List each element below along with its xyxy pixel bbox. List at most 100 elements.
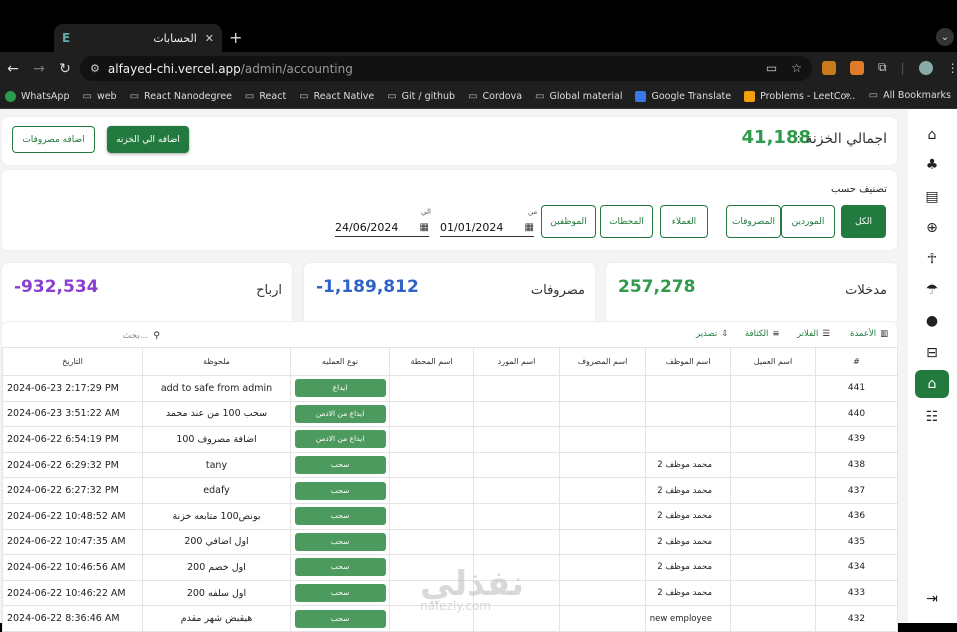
col-header-type[interactable]: نوع العمليه [290,347,390,376]
bookmark-star-icon[interactable]: ☆ [791,61,802,75]
search-input[interactable]: بحث... ⚲ [10,328,160,343]
col-header-date[interactable]: التاريخ [2,347,143,376]
cell-number: 433 [815,579,898,607]
cell-type: سحب [290,579,390,607]
col-header-client[interactable]: اسم العميل [730,347,816,376]
bookmark-react[interactable]: ▭ React [245,91,286,102]
profile-avatar-icon[interactable] [918,60,933,75]
table-row[interactable]: 435 محمد موظف 2 سحب اول اضافي 200 2024-06-22… [2,528,898,556]
density-button[interactable]: الكثافة ≡ [745,329,780,339]
table-row[interactable]: 436 محمد موظف 2 سحب بونص100 متابعه خزنة 2024… [2,502,898,530]
cell-date: 2024-06-22 10:47:35 AM [2,528,143,556]
to-date-input[interactable]: 24/06/2024 ▦ [335,219,429,237]
plus-circle-icon[interactable]: ⊕ [915,214,949,242]
bookmark-react-native[interactable]: ▭ React Native [299,91,374,102]
close-tab-icon[interactable]: ✕ [205,32,214,45]
logout-icon[interactable]: ⇥ [915,585,949,613]
back-icon[interactable]: ← [0,61,26,77]
bookmark-whatsapp[interactable]: WhatsApp [5,91,69,102]
cell-expense [559,528,646,556]
table-toolbar: الأعمدة ▥ الفلاتر ☰ الكثافة ≡ تصدير ⇩ بحث...… [2,322,897,347]
profit-label: ارباح [256,283,282,298]
add-to-treasury-button[interactable]: اضافه الي الخزنه [107,126,189,153]
cell-supplier [473,477,560,504]
filter-clients-button[interactable]: العملاء [660,205,708,238]
cell-number: 436 [815,502,898,530]
site-info-icon[interactable]: ⚙ [90,62,100,75]
col-header-supplier[interactable]: اسم المورد [473,347,560,376]
bookmark-google-translate[interactable]: Google Translate [635,91,731,102]
browser-tab[interactable]: E الحسابات ✕ [54,24,222,52]
translate-icon [635,91,647,102]
cell-date: 2024-06-23 3:51:22 AM [2,400,143,428]
all-bookmarks[interactable]: ▭ All Bookmarks [869,90,951,101]
filter-all-button[interactable]: الكل [841,205,886,238]
tree-icon[interactable]: ♣ [915,151,949,179]
bookmark-react-nanodegree[interactable]: ▭ React Nanodegree [130,91,232,102]
bookmark-global-material[interactable]: ▭ Global material [535,91,622,102]
cell-station [389,528,474,556]
more-bookmarks-icon[interactable]: » [845,90,851,101]
user-icon[interactable]: ● [915,307,949,335]
filter-stations-button[interactable]: المحطات [600,205,653,238]
operation-type-badge: سحب [294,456,386,475]
cell-date: 2024-06-22 10:46:56 AM [2,554,143,581]
col-header-note[interactable]: ملحوظة [142,347,291,376]
export-button[interactable]: تصدير ⇩ [696,329,728,339]
operation-type-badge: سحب [294,481,386,500]
accounting-page: اضافه مصروفات اضافه الي الخزنه 41,188 اج… [0,109,957,632]
tab-search-icon[interactable]: ⌄ [936,28,954,46]
cell-station [389,502,474,530]
bookmark-leetcode[interactable]: Problems - LeetCo... [744,91,855,102]
cell-type: سحب [290,554,390,581]
operation-type-badge: ايداع من الادمن [294,404,386,423]
table-row[interactable]: 440 ايداع من الادمن سحب 100 من عند محمد 202… [2,400,898,428]
from-date-input[interactable]: 01/01/2024 ▦ [440,219,534,237]
cell-number: 439 [815,426,898,453]
browser-menu-icon[interactable]: ⋮ [947,61,957,75]
filters-button[interactable]: الفلاتر ☰ [797,329,830,339]
columns-button[interactable]: الأعمدة ▥ [850,329,888,339]
col-header-expense[interactable]: اسم المصروف [559,347,646,376]
cast-icon[interactable]: ▭ [766,61,777,75]
bookmark-git-github[interactable]: ▭ Git / github [387,91,455,102]
calendar-icon[interactable]: ▦ [525,222,534,233]
table-row[interactable]: 437 محمد موظف 2 سحب edafy 2024-06-22 6:27:32… [2,477,898,504]
umbrella-icon[interactable]: ☂ [915,276,949,304]
col-header-employee[interactable]: اسم الموظف [645,347,731,376]
address-bar[interactable]: ⚙ alfayed-chi.vercel.app/admin/accountin… [80,56,812,81]
cell-expense [559,426,646,453]
cell-number: 434 [815,554,898,581]
table-row[interactable]: 439 ايداع من الادمن اضافة مصروف 100 2024-06… [2,426,898,453]
cell-number: 440 [815,400,898,428]
filter-expenses-button[interactable]: المصروفات [726,205,781,238]
table-row[interactable]: 438 محمد موظف 2 سحب tany 2024-06-22 6:29:32 … [2,451,898,479]
home-icon[interactable]: ⌂ [915,121,949,149]
table-row[interactable]: 441 ايداع add to safe from admin 2024-06-23… [2,375,898,402]
bank-icon[interactable]: ⌂ [915,370,949,398]
inbox-icon[interactable]: ⊟ [915,339,949,367]
profit-card: -932,534 ارباح [2,263,292,327]
col-header-number[interactable]: # [815,347,898,376]
hiker-icon[interactable]: ☥ [915,245,949,273]
url-host: alfayed-chi.vercel.app [107,61,241,76]
bookmark-web[interactable]: ▭ web [82,91,116,102]
reload-icon[interactable]: ↻ [52,61,78,77]
extensions-puzzle-icon[interactable]: ⧉ [878,60,887,75]
filter-suppliers-button[interactable]: الموردين [781,205,835,238]
col-header-station[interactable]: اسم المحطة [389,347,474,376]
new-tab-icon[interactable]: + [229,28,242,47]
add-expense-button[interactable]: اضافه مصروفات [12,126,95,153]
filter-employees-button[interactable]: الموظفين [541,205,596,238]
forward-icon[interactable]: → [26,61,52,77]
group-icon[interactable]: ☷ [915,403,949,431]
metamask-icon[interactable] [850,60,864,75]
cell-type: ايداع [290,375,390,402]
receipt-icon[interactable]: ▤ [915,183,949,211]
calendar-icon[interactable]: ▦ [420,222,429,233]
bookmark-cordova[interactable]: ▭ Cordova [468,91,522,102]
extension-icon[interactable] [822,60,836,75]
cell-type: ايداع من الادمن [290,426,390,453]
search-icon: ⚲ [153,330,160,341]
income-value: 257,278 [618,277,696,297]
